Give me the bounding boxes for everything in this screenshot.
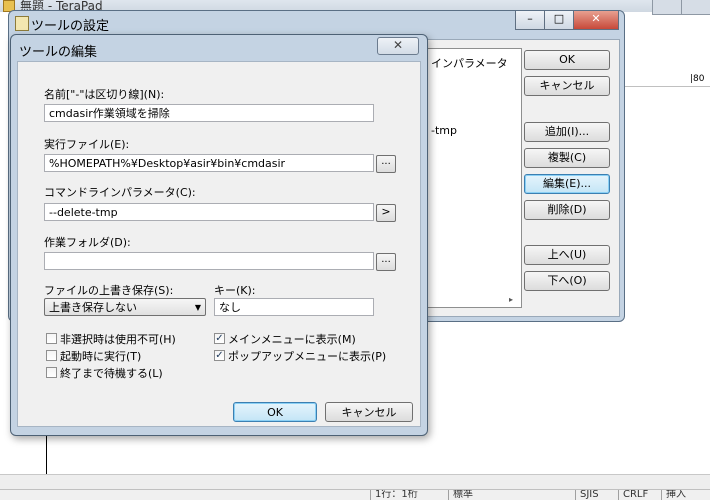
tool-settings-title: ツールの設定 bbox=[31, 19, 110, 34]
edit-button[interactable]: 編集(E)... bbox=[524, 174, 610, 194]
maximize-icon: □ bbox=[553, 12, 565, 25]
horizontal-scrollbar[interactable] bbox=[0, 474, 710, 490]
exec-file-input[interactable]: %HOMEPATH%¥Desktop¥asir¥bin¥cmdasir bbox=[44, 154, 374, 172]
tool-edit-dialog: ツールの編集 ✕ 名前["-"は区切り線](N): cmdasir作業領域を掃除… bbox=[10, 34, 428, 436]
edit-ok-button[interactable]: OK bbox=[233, 402, 317, 422]
app-minimize-button[interactable] bbox=[652, 0, 682, 15]
tool-edit-client: 名前["-"は区切り線](N): cmdasir作業領域を掃除 実行ファイル(E… bbox=[17, 61, 421, 427]
tool-list[interactable]: インパラメータ -tmp ▸ bbox=[424, 48, 522, 308]
dropdown-arrow-icon: ▼ bbox=[194, 303, 201, 312]
list-row-params[interactable]: -tmp bbox=[431, 124, 457, 137]
delete-button[interactable]: 削除(D) bbox=[524, 200, 610, 220]
list-header-params: インパラメータ bbox=[431, 57, 508, 70]
checkbox-wait-finish[interactable] bbox=[46, 367, 57, 378]
move-up-button[interactable]: 上へ(U) bbox=[524, 245, 610, 265]
checkbox-show-popup-menu-label[interactable]: ポップアップメニューに表示(P) bbox=[228, 348, 386, 364]
duplicate-button[interactable]: 複製(C) bbox=[524, 148, 610, 168]
name-input[interactable]: cmdasir作業領域を掃除 bbox=[44, 104, 374, 122]
overwrite-label: ファイルの上書き保存(S): bbox=[44, 284, 174, 297]
name-label: 名前["-"は区切り線](N): bbox=[44, 88, 165, 101]
checkbox-show-main-menu-label[interactable]: メインメニューに表示(M) bbox=[228, 331, 356, 347]
ok-button[interactable]: OK bbox=[524, 50, 610, 70]
checkbox-disable-no-selection[interactable] bbox=[46, 333, 57, 344]
overwrite-select-value: 上書き保存しない bbox=[49, 301, 137, 314]
browse-workdir-button[interactable]: ... bbox=[376, 253, 396, 271]
add-button[interactable]: 追加(I)... bbox=[524, 122, 610, 142]
close-button[interactable]: ✕ bbox=[573, 11, 619, 30]
overwrite-select[interactable]: 上書き保存しない ▼ bbox=[44, 298, 206, 316]
checkbox-show-popup-menu[interactable]: ✓ bbox=[214, 350, 225, 361]
dialog-icon bbox=[15, 16, 29, 31]
checkbox-run-at-startup[interactable] bbox=[46, 350, 57, 361]
param-insert-button[interactable]: > bbox=[376, 204, 396, 222]
close-icon: ✕ bbox=[392, 38, 404, 52]
key-input[interactable]: なし bbox=[214, 298, 374, 316]
workdir-label: 作業フォルダ(D): bbox=[44, 236, 131, 249]
key-label: キー(K): bbox=[214, 284, 256, 297]
checkbox-run-at-startup-label[interactable]: 起動時に実行(T) bbox=[60, 348, 141, 364]
minimize-icon: – bbox=[527, 12, 533, 25]
checkbox-show-main-menu[interactable]: ✓ bbox=[214, 333, 225, 344]
status-bar: 1行：1桁 標準 SJIS CRLF 挿入 bbox=[0, 489, 710, 500]
checkbox-wait-finish-label[interactable]: 終了まで待機する(L) bbox=[60, 365, 163, 381]
checkbox-disable-no-selection-label[interactable]: 非選択時は使用不可(H) bbox=[60, 331, 176, 347]
tool-edit-close-button[interactable]: ✕ bbox=[377, 37, 419, 55]
scroll-right-icon[interactable]: ▸ bbox=[509, 295, 513, 304]
params-label: コマンドラインパラメータ(C): bbox=[44, 186, 196, 199]
exec-file-label: 実行ファイル(E): bbox=[44, 138, 130, 151]
ruler: |80 bbox=[620, 74, 710, 87]
maximize-button[interactable]: □ bbox=[544, 11, 574, 30]
ruler-mark: |80 bbox=[690, 74, 705, 84]
browse-exec-button[interactable]: ... bbox=[376, 155, 396, 173]
minimize-button[interactable]: – bbox=[515, 11, 545, 30]
cancel-button[interactable]: キャンセル bbox=[524, 76, 610, 96]
params-input[interactable]: --delete-tmp bbox=[44, 203, 374, 221]
move-down-button[interactable]: 下へ(O) bbox=[524, 271, 610, 291]
app-maximize-button[interactable] bbox=[681, 0, 710, 15]
edit-cancel-button[interactable]: キャンセル bbox=[325, 402, 413, 422]
workdir-input[interactable] bbox=[44, 252, 374, 270]
tool-edit-title: ツールの編集 bbox=[19, 45, 98, 60]
close-icon: ✕ bbox=[591, 12, 601, 25]
